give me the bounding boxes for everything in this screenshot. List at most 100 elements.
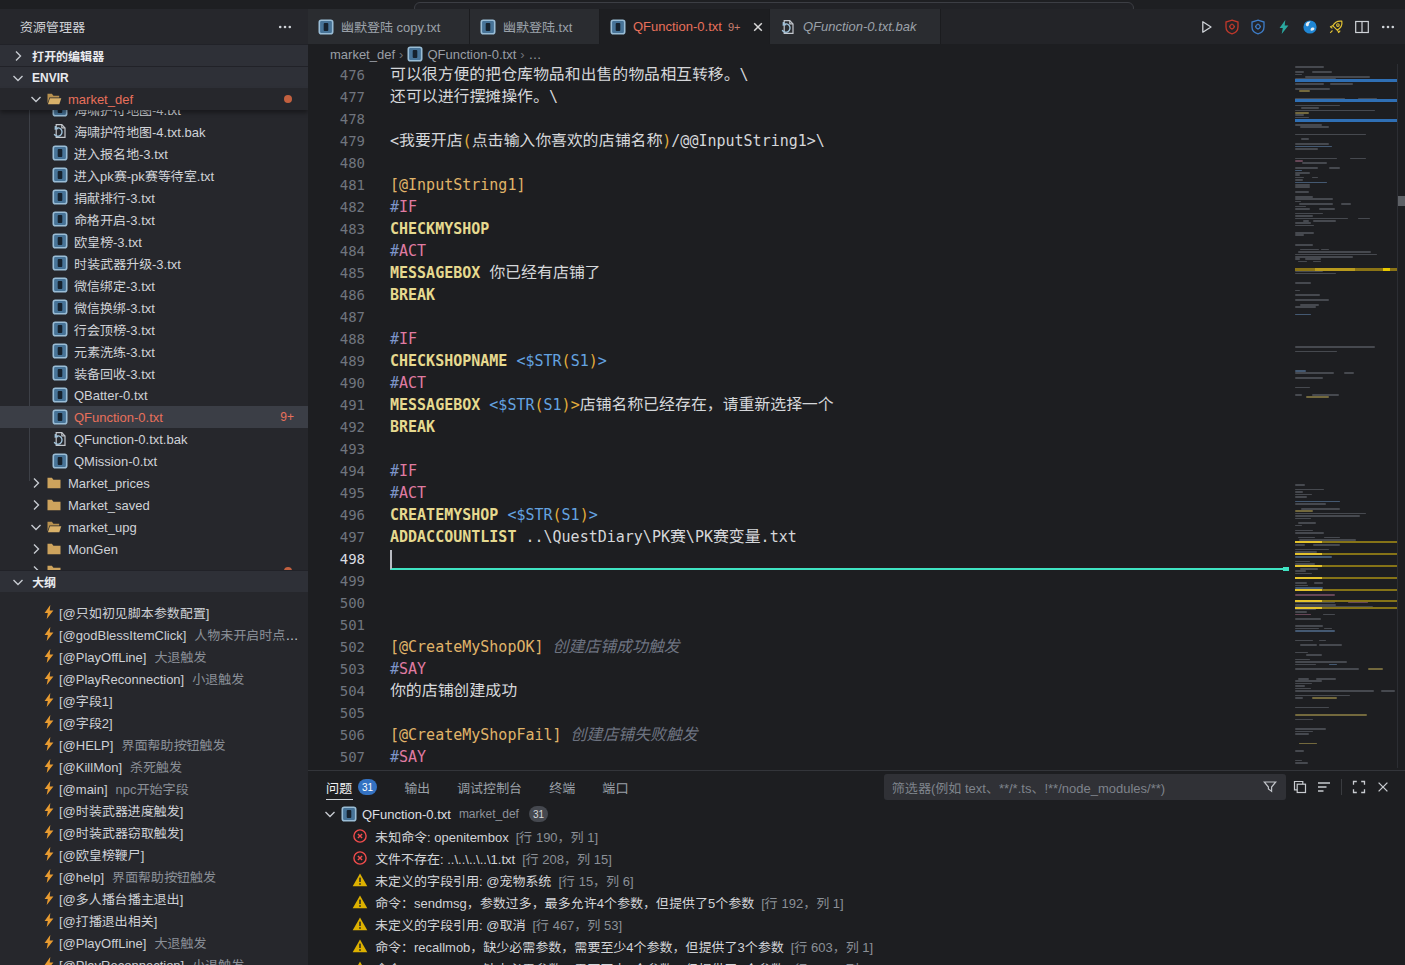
views-and-more-actions-button[interactable] <box>274 17 296 37</box>
editor-tab[interactable]: 幽默登陆.txt <box>470 9 600 44</box>
code-line[interactable]: 501 <box>308 614 1405 636</box>
code-line[interactable]: 488#IF <box>308 328 1405 350</box>
problem-row[interactable]: 未定义的字段引用: @取消[行 467，列 53] <box>308 913 1405 935</box>
tree-folder-row[interactable]: MonGen <box>0 538 308 560</box>
problem-row[interactable]: 命令：sendmsg，参数过多，最多允许4个参数，但提供了5个参数[行 192，… <box>308 891 1405 913</box>
section-outline[interactable]: 大纲 <box>0 570 308 592</box>
code-line[interactable]: 494#IF <box>308 460 1405 482</box>
tree-file-row[interactable]: QMission-0.txt <box>0 450 308 472</box>
breadcrumb-folder[interactable]: market_def <box>330 47 395 62</box>
maximize-button[interactable] <box>1347 775 1371 799</box>
panel-tab-输出[interactable]: 输出 <box>404 771 430 803</box>
code-line[interactable]: 495#ACT <box>308 482 1405 504</box>
code-line[interactable]: 491MESSAGEBOX <$STR(S1)>店铺名称已经存在，请重新选择一个 <box>308 394 1405 416</box>
ellipsis-button[interactable] <box>1375 14 1401 40</box>
code-line[interactable]: 492BREAK <box>308 416 1405 438</box>
outline-item[interactable]: [@时装武器进度触发] <box>0 799 308 821</box>
code-line[interactable]: 493 <box>308 438 1405 460</box>
copy-button[interactable] <box>1288 775 1312 799</box>
tree-file-row[interactable]: 命格开启-3.txt <box>0 208 308 230</box>
run-button[interactable] <box>1193 14 1219 40</box>
tree-file-row[interactable]: QFunction-0.txt9+ <box>0 406 308 428</box>
outline-item[interactable]: [@字段1] <box>0 689 308 711</box>
outline-item[interactable]: [@欧皇榜鞭尸] <box>0 843 308 865</box>
code-line[interactable]: 489CHECKSHOPNAME <$STR(S1)> <box>308 350 1405 372</box>
outline-item[interactable]: [@KillMon]杀死触发 <box>0 755 308 777</box>
panel-tab-终端[interactable]: 终端 <box>549 771 575 803</box>
outline-item[interactable]: [@godBlessItemClick]人物未开启时点击神… <box>0 623 308 645</box>
code-line[interactable]: 502[@CreateMyShopOK] 创建店铺成功触发 <box>308 636 1405 658</box>
code-line[interactable]: 505 <box>308 702 1405 724</box>
code-line[interactable]: 490#ACT <box>308 372 1405 394</box>
breadcrumb[interactable]: market_def › QFunction-0.txt › … <box>308 44 1405 64</box>
problem-row[interactable]: 未定义的字段引用: @宠物系统[行 15，列 6] <box>308 869 1405 891</box>
editor-tab[interactable]: 幽默登陆 copy.txt <box>308 9 470 44</box>
outline-item[interactable]: [@PlayReconnection]小退触发 <box>0 667 308 689</box>
code-line[interactable]: 480 <box>308 152 1405 174</box>
code-line[interactable]: 496CREATEMYSHOP <$STR(S1)> <box>308 504 1405 526</box>
code-line[interactable]: 483CHECKMYSHOP <box>308 218 1405 240</box>
minimap[interactable] <box>1295 64 1397 768</box>
panel-tab-调试控制台[interactable]: 调试控制台 <box>457 771 522 803</box>
tree-file-row[interactable]: 欧皇榜-3.txt <box>0 230 308 252</box>
tree-file-row[interactable]: 微信绑定-3.txt <box>0 274 308 296</box>
tab-close-button[interactable] <box>750 19 766 35</box>
globe-button[interactable] <box>1297 14 1323 40</box>
tree-folder-row[interactable]: Market_prices <box>0 472 308 494</box>
code-line[interactable]: 478 <box>308 108 1405 130</box>
section-envir[interactable]: ENVIR <box>0 66 308 88</box>
split-editor-button[interactable] <box>1349 14 1375 40</box>
outline-item[interactable]: [@只如初见脚本参数配置] <box>0 601 308 623</box>
tree-file-row[interactable]: 捐献排行-3.txt <box>0 186 308 208</box>
code-line[interactable]: 476可以很方便的把仓库物品和出售的物品相互转移。\ <box>308 64 1405 86</box>
tree-file-row[interactable]: 海啸护符地图-4.txt.bak <box>0 120 308 142</box>
panel-tab-端口[interactable]: 端口 <box>602 771 628 803</box>
problem-row[interactable]: 命令：recallmob，缺少必需参数，需要至少4个参数，但提供了3个参数[行 … <box>308 957 1405 965</box>
tree-file-row[interactable]: 行会顶榜-3.txt <box>0 318 308 340</box>
outline-item[interactable]: [@HELP]界面帮助按钮触发 <box>0 733 308 755</box>
code-line[interactable]: 487 <box>308 306 1405 328</box>
outline-item[interactable]: [@main]npc开始字段 <box>0 777 308 799</box>
tree-file-row[interactable]: QBatter-0.txt <box>0 384 308 406</box>
problems-file-row[interactable]: QFunction-0.txtmarket_def31 <box>308 803 1405 825</box>
view-as-list-button[interactable] <box>1312 775 1336 799</box>
sticky-folder-market-def[interactable]: market_def <box>0 88 308 110</box>
outline-item[interactable]: [@字段2] <box>0 711 308 733</box>
tree-file-row[interactable]: 装备回收-3.txt <box>0 362 308 384</box>
problem-row[interactable]: 文件不存在: ..\..\..\..\1.txt[行 208，列 15] <box>308 847 1405 869</box>
editor-tab[interactable]: QFunction-0.txt.bak <box>770 9 941 44</box>
panel-tab-问题[interactable]: 问题31 <box>326 771 377 803</box>
close-button[interactable] <box>1371 775 1395 799</box>
section-open-editors[interactable]: 打开的编辑器 <box>0 44 308 66</box>
code-editor[interactable]: 476可以很方便的把仓库物品和出售的物品相互转移。\477还可以进行摆摊操作。\… <box>308 64 1405 769</box>
tree-file-row[interactable]: 元素洗练-3.txt <box>0 340 308 362</box>
tree-file-row[interactable]: QFunction-0.txt.bak <box>0 428 308 450</box>
editor-tab[interactable]: QFunction-0.txt9+ <box>600 9 770 44</box>
code-line[interactable]: 477还可以进行摆摊操作。\ <box>308 86 1405 108</box>
outline-item[interactable]: [@PlayReconnection]小退触发 <box>0 953 308 965</box>
tree-file-row[interactable]: 微信换绑-3.txt <box>0 296 308 318</box>
code-line[interactable]: 503#SAY <box>308 658 1405 680</box>
code-line[interactable]: 504你的店铺创建成功 <box>308 680 1405 702</box>
shield-blue-button[interactable] <box>1245 14 1271 40</box>
breadcrumb-symbol[interactable]: … <box>529 47 542 62</box>
problem-row[interactable]: 命令：recallmob，缺少必需参数，需要至少4个参数，但提供了3个参数[行 … <box>308 935 1405 957</box>
tree-folder-row[interactable]: Market_saved <box>0 494 308 516</box>
code-line[interactable]: 498 <box>308 548 1405 570</box>
code-line[interactable]: 499 <box>308 570 1405 592</box>
outline-item[interactable]: [@多人播台播主退出] <box>0 887 308 909</box>
tree-file-row[interactable]: 进入报名地-3.txt <box>0 142 308 164</box>
code-line[interactable]: 479<我要开店(点击输入你喜欢的店铺名称)/@@InputString1>\ <box>308 130 1405 152</box>
code-line[interactable]: 481[@InputString1] <box>308 174 1405 196</box>
tree-file-row[interactable]: 时装武器升级-3.txt <box>0 252 308 274</box>
code-line[interactable]: 484#ACT <box>308 240 1405 262</box>
tree-folder-row[interactable] <box>0 560 308 570</box>
tree-folder-row[interactable]: market_upg <box>0 516 308 538</box>
shield-red-button[interactable] <box>1219 14 1245 40</box>
problems-filter-input[interactable]: 筛选器(例如 text、**/*.ts、!**/node_modules/**) <box>884 774 1286 800</box>
tree-file-row[interactable]: 海啸护符地图-4.txt <box>0 110 308 120</box>
bolt-teal-button[interactable] <box>1271 14 1297 40</box>
outline-item[interactable]: [@PlayOffLine]大退触发 <box>0 931 308 953</box>
outline-item[interactable]: [@时装武器窃取触发] <box>0 821 308 843</box>
code-line[interactable]: 482#IF <box>308 196 1405 218</box>
